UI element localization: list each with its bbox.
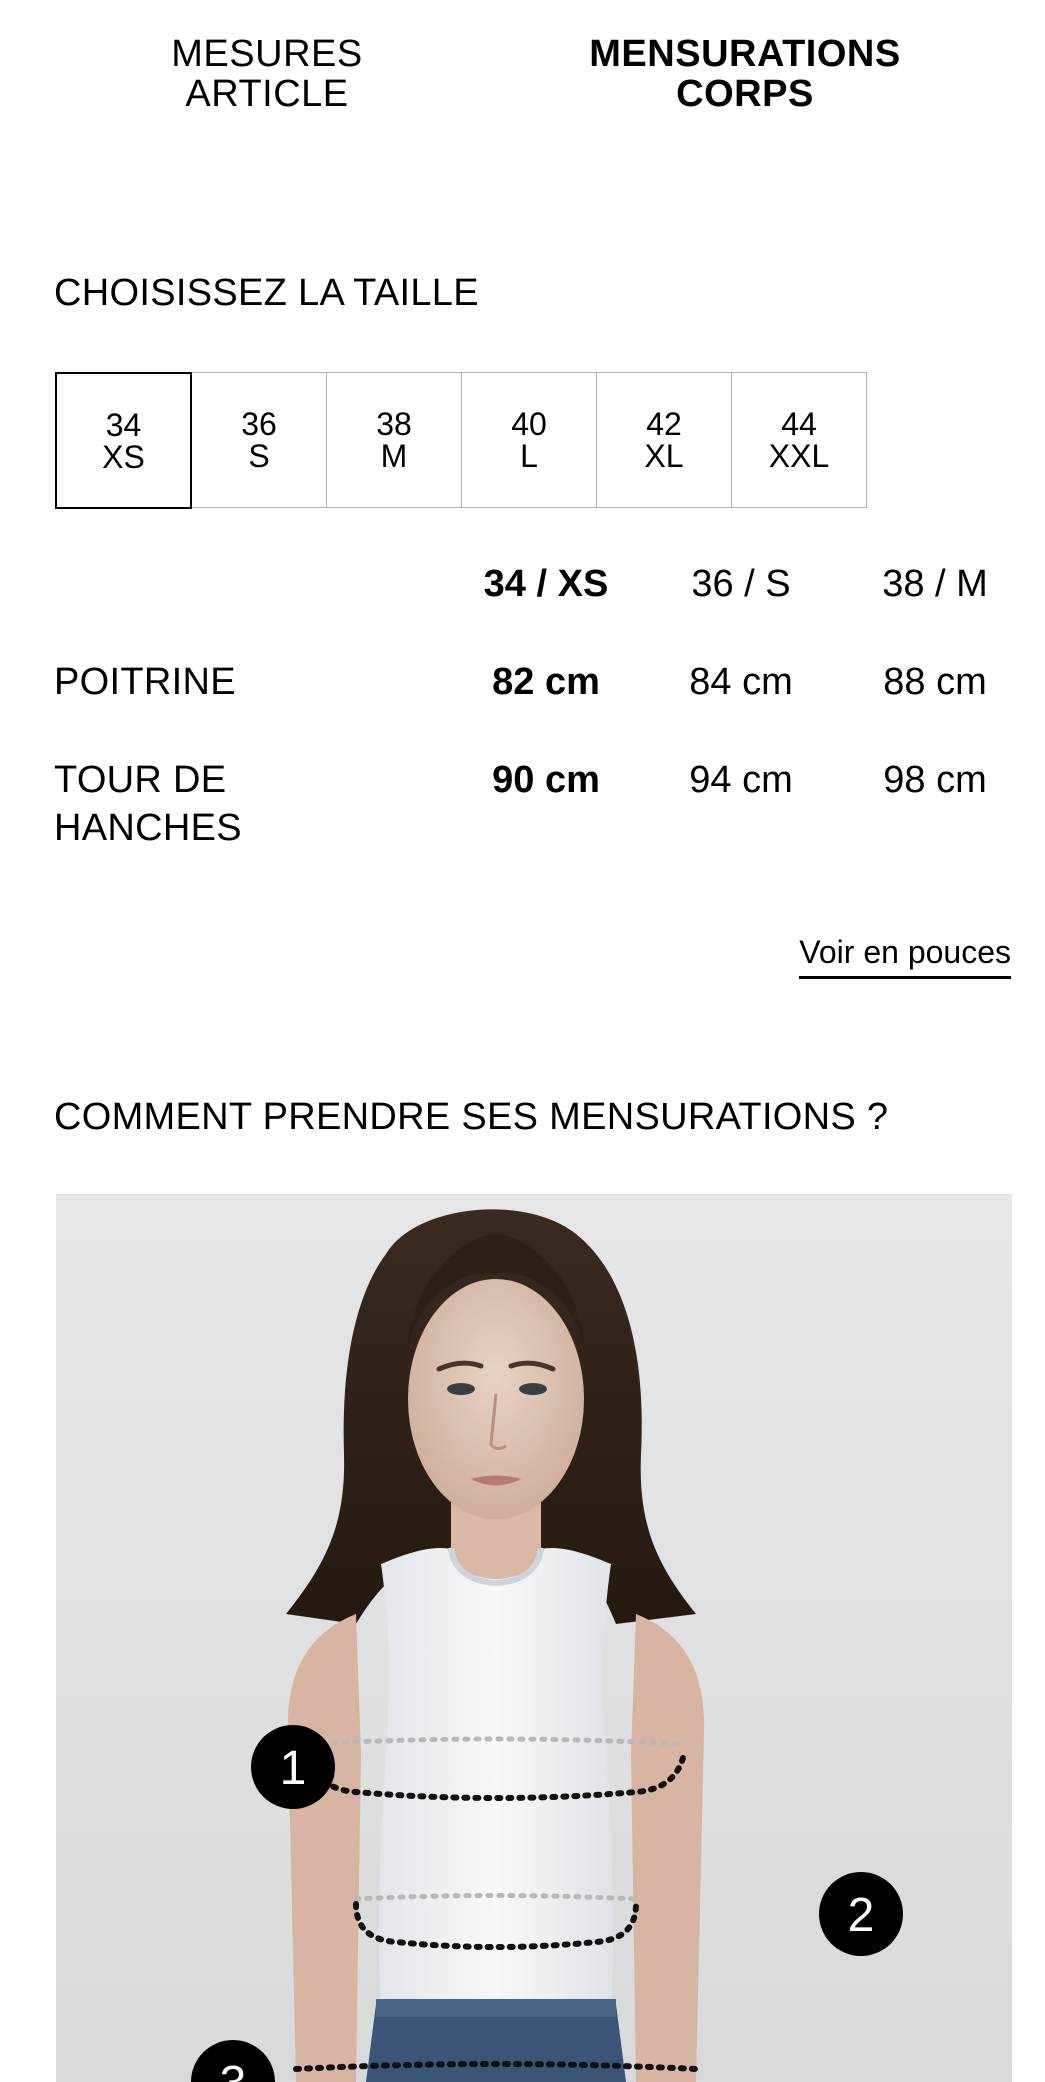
row-label-hips-line2: HANCHES bbox=[54, 807, 242, 849]
marker-chest: 1 bbox=[251, 1725, 335, 1809]
size-letter: M bbox=[380, 438, 408, 474]
size-number: 40 bbox=[511, 406, 547, 442]
view-in-inches-link[interactable]: Voir en pouces bbox=[799, 932, 1011, 979]
hips-value-38-m: 98 cm bbox=[883, 759, 987, 801]
left-arm bbox=[287, 1614, 361, 2082]
size-option-44-xxl[interactable]: 44 XXL bbox=[731, 372, 867, 508]
chest-value-34-xs: 82 cm bbox=[492, 661, 600, 703]
size-number: 34 bbox=[105, 406, 142, 443]
chest-value-36-s: 84 cm bbox=[689, 661, 793, 703]
right-eye bbox=[519, 1383, 547, 1395]
size-number: 38 bbox=[376, 406, 412, 442]
how-to-measure-title: COMMENT PRENDRE SES MENSURATIONS ? bbox=[54, 1096, 889, 1138]
tab-article-line1: MESURES bbox=[171, 33, 363, 75]
marker-waist: 2 bbox=[819, 1872, 903, 1956]
marker-number-3: 3 bbox=[220, 2057, 247, 2082]
size-letter: XS bbox=[102, 438, 145, 475]
marker-hips: 3 bbox=[191, 2040, 275, 2082]
size-option-40-l[interactable]: 40 L bbox=[461, 372, 597, 508]
size-option-36-s[interactable]: 36 S bbox=[191, 372, 327, 508]
chest-value-38-m: 88 cm bbox=[883, 661, 987, 703]
jeans-waistband bbox=[376, 1999, 616, 2017]
choose-size-title: CHOISISSEZ LA TAILLE bbox=[54, 272, 479, 314]
row-label-hips: TOUR DE HANCHES bbox=[54, 756, 354, 852]
left-eye bbox=[447, 1383, 475, 1395]
measure-tabs: MESURES ARTICLE MENSURATIONS CORPS bbox=[0, 34, 1045, 124]
hips-value-36-s: 94 cm bbox=[689, 759, 793, 801]
size-number: 42 bbox=[646, 406, 682, 442]
tab-body-measurements[interactable]: MENSURATIONS CORPS bbox=[560, 34, 930, 114]
tab-article-measurements[interactable]: MESURES ARTICLE bbox=[130, 34, 404, 114]
marker-number-1: 1 bbox=[280, 1742, 307, 1795]
tab-article-line2: ARTICLE bbox=[185, 73, 349, 115]
size-number: 44 bbox=[781, 406, 817, 442]
tab-body-line2: CORPS bbox=[676, 73, 814, 115]
size-letter: S bbox=[248, 438, 270, 474]
tab-body-line1: MENSURATIONS bbox=[589, 33, 901, 75]
column-header-38-m: 38 / M bbox=[882, 563, 988, 605]
row-label-hips-line1: TOUR DE bbox=[54, 759, 227, 801]
size-letter: XXL bbox=[768, 438, 830, 474]
size-number: 36 bbox=[241, 406, 277, 442]
size-option-38-m[interactable]: 38 M bbox=[326, 372, 462, 508]
size-selector: 34 XS 36 S 38 M 40 L 42 XL 44 XXL bbox=[55, 372, 867, 509]
size-option-42-xl[interactable]: 42 XL bbox=[596, 372, 732, 508]
marker-number-2: 2 bbox=[848, 1889, 875, 1942]
size-letter: L bbox=[520, 438, 538, 474]
size-letter: XL bbox=[644, 438, 684, 474]
column-header-34-xs: 34 / XS bbox=[483, 563, 609, 605]
column-header-36-s: 36 / S bbox=[691, 563, 791, 605]
size-option-34-xs[interactable]: 34 XS bbox=[55, 372, 192, 509]
right-arm bbox=[631, 1614, 705, 2082]
row-label-chest: POITRINE bbox=[54, 661, 236, 703]
measurement-guide-image: 1 2 3 bbox=[56, 1194, 1012, 2082]
hips-value-34-xs: 90 cm bbox=[492, 759, 600, 801]
